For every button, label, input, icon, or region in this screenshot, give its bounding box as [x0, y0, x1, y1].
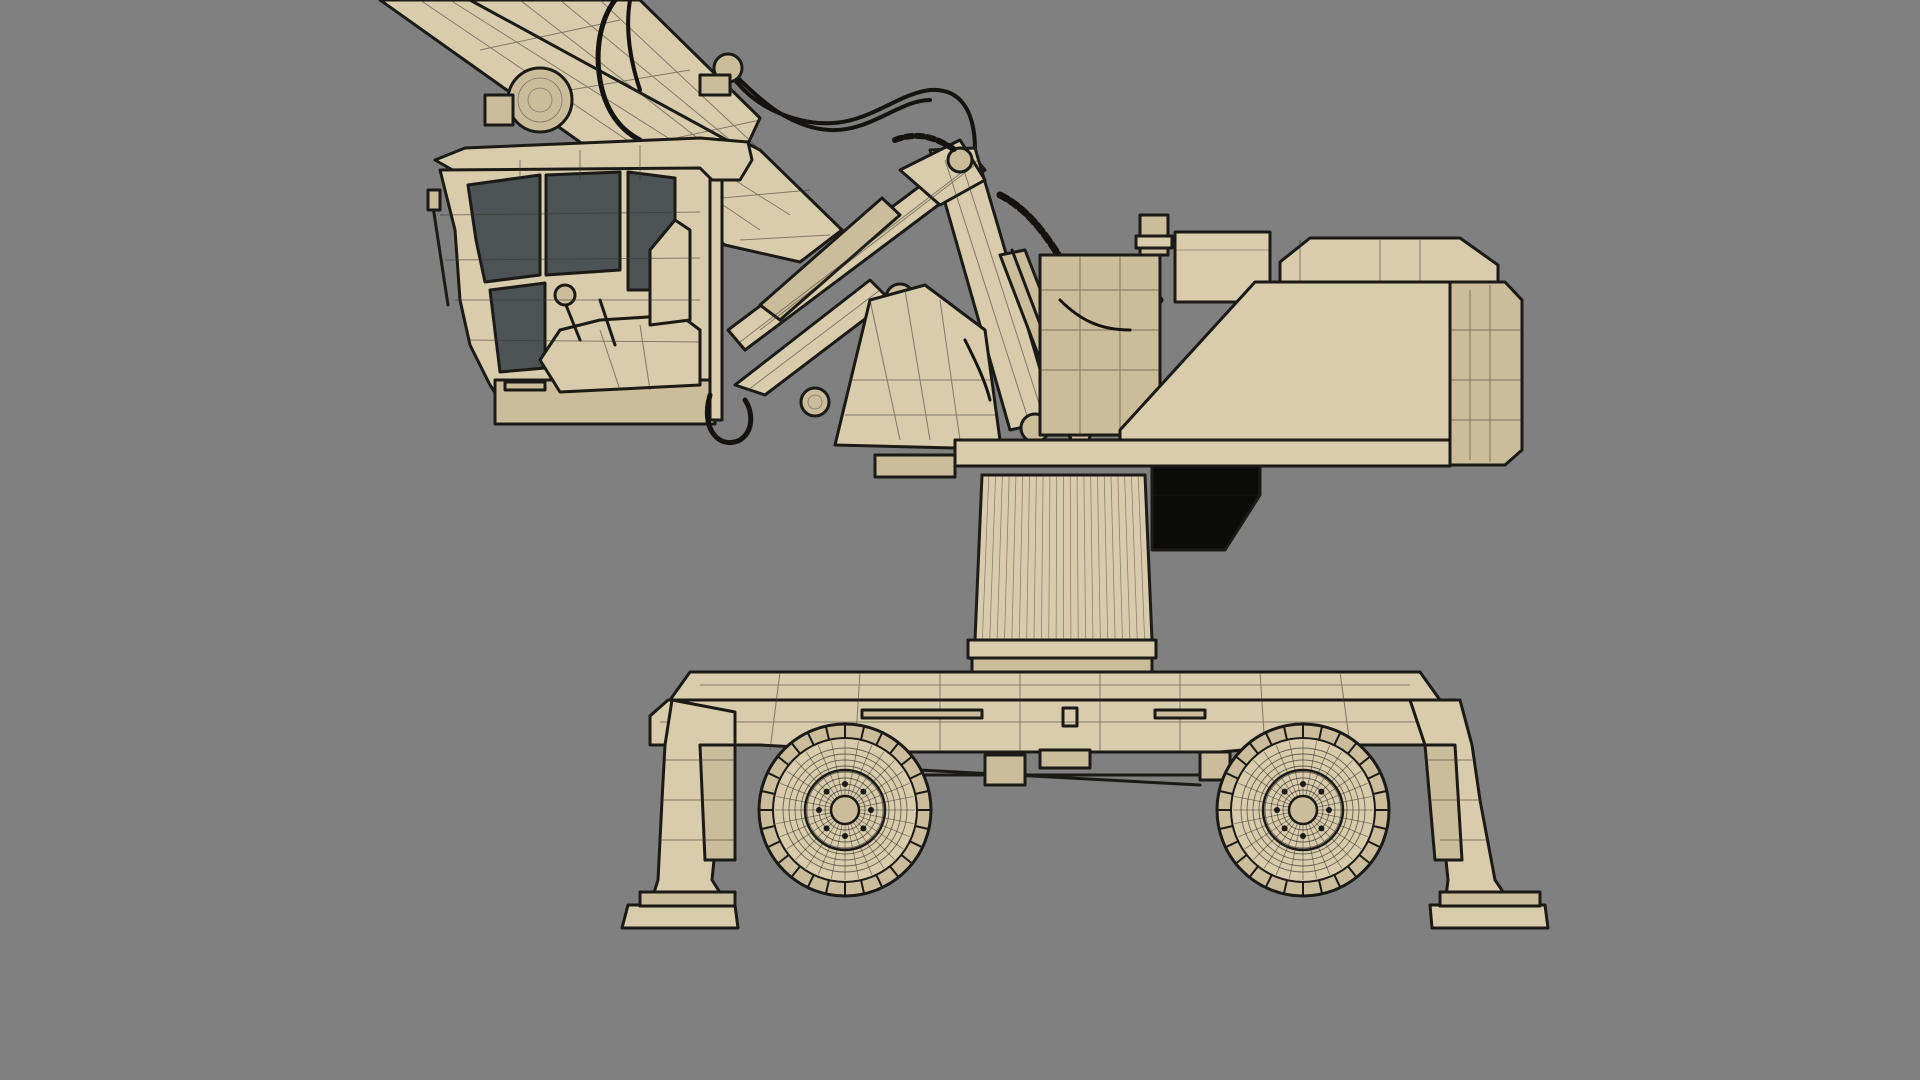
- wheel-front: [757, 722, 933, 898]
- 3d-viewport[interactable]: [0, 0, 1920, 1080]
- slewing-column: [963, 473, 1163, 692]
- wheel-rear: [1215, 722, 1391, 898]
- model-render: [0, 0, 1920, 1080]
